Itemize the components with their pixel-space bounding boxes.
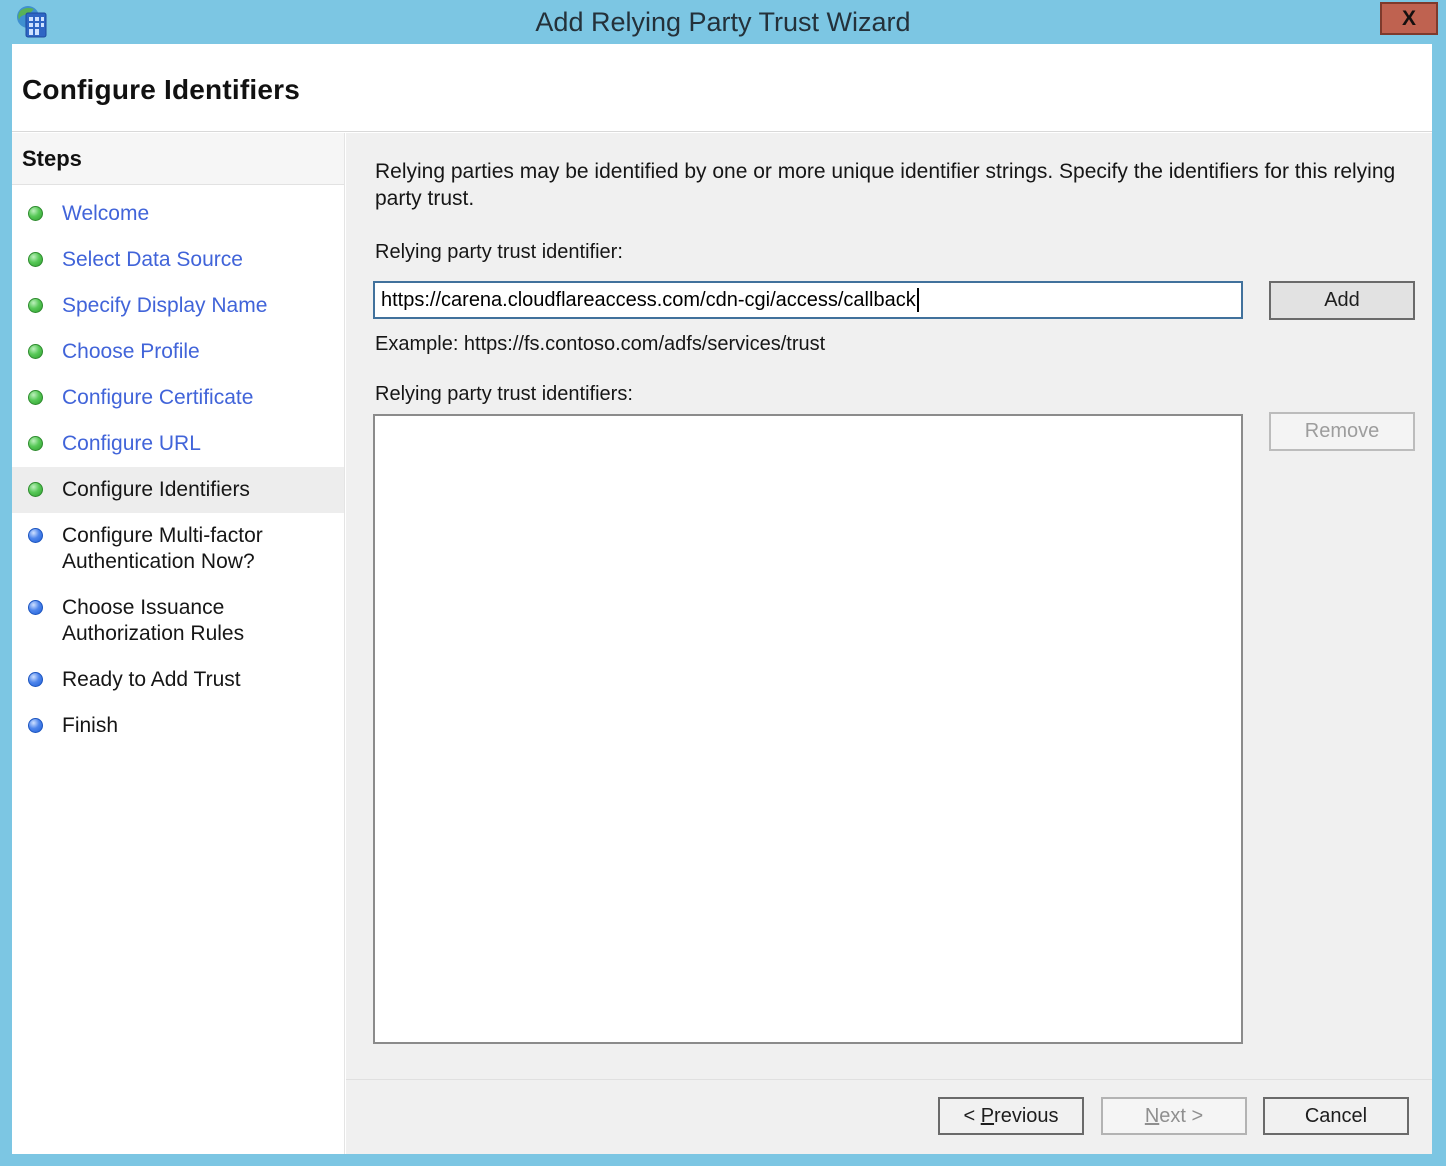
identifier-input[interactable]: https://carena.cloudflareaccess.com/cdn-… (373, 281, 1243, 319)
step-item-configure-url[interactable]: Configure URL (12, 421, 344, 467)
step-label: Choose Profile (62, 339, 200, 365)
window-title: Add Relying Party Trust Wizard (0, 0, 1446, 44)
step-status-dot (28, 252, 43, 267)
step-label: Specify Display Name (62, 293, 267, 319)
content-pane: Relying parties may be identified by one… (346, 133, 1432, 1154)
previous-button[interactable]: < Previous (938, 1097, 1084, 1135)
step-status-dot (28, 344, 43, 359)
step-item-specify-display-name[interactable]: Specify Display Name (12, 283, 344, 329)
step-item-ready-to-add-trust: Ready to Add Trust (12, 657, 344, 703)
step-status-dot (28, 206, 43, 221)
footer-bar: < Previous Next > Cancel (346, 1079, 1432, 1154)
identifiers-list-label: Relying party trust identifiers: (375, 383, 633, 406)
text-caret (917, 288, 919, 312)
steps-list: Welcome Select Data Source Specify Displ… (12, 185, 344, 749)
step-label: Welcome (62, 201, 149, 227)
steps-sidebar: Steps Welcome Select Data Source Specify… (12, 133, 345, 1154)
next-button: Next > (1101, 1097, 1247, 1135)
step-item-finish: Finish (12, 703, 344, 749)
page-title: Configure Identifiers (22, 74, 300, 106)
add-button[interactable]: Add (1269, 281, 1415, 320)
previous-button-label: < Previous (963, 1105, 1058, 1127)
steps-header: Steps (12, 133, 344, 185)
step-item-select-data-source[interactable]: Select Data Source (12, 237, 344, 283)
title-bar: Add Relying Party Trust Wizard X (0, 0, 1446, 44)
identifiers-listbox[interactable] (373, 414, 1243, 1044)
step-label: Configure Certificate (62, 385, 253, 411)
step-status-dot (28, 436, 43, 451)
close-button[interactable]: X (1380, 2, 1438, 35)
step-status-dot (28, 718, 43, 733)
step-label: Finish (62, 713, 118, 739)
step-status-dot (28, 672, 43, 687)
step-label: Choose Issuance Authorization Rules (62, 595, 312, 647)
example-text: Example: https://fs.contoso.com/adfs/ser… (375, 333, 825, 356)
step-status-dot (28, 482, 43, 497)
step-status-dot (28, 298, 43, 313)
step-label: Configure URL (62, 431, 201, 457)
remove-button[interactable]: Remove (1269, 412, 1415, 451)
step-status-dot (28, 528, 43, 543)
step-status-dot (28, 390, 43, 405)
next-button-label: Next > (1145, 1105, 1203, 1127)
step-status-dot (28, 600, 43, 615)
identifier-field-label: Relying party trust identifier: (375, 241, 623, 264)
step-item-configure-certificate[interactable]: Configure Certificate (12, 375, 344, 421)
step-item-configure-identifiers[interactable]: Configure Identifiers (12, 467, 344, 513)
step-item-welcome[interactable]: Welcome (12, 191, 344, 237)
page-description: Relying parties may be identified by one… (375, 158, 1405, 212)
step-item-choose-issuance-authorization-rules: Choose Issuance Authorization Rules (12, 585, 344, 657)
wizard-body: Configure Identifiers Steps Welcome Sele… (12, 44, 1432, 1154)
step-item-configure-multi-factor-authentication-now: Configure Multi-factor Authentication No… (12, 513, 344, 585)
cancel-button[interactable]: Cancel (1263, 1097, 1409, 1135)
identifier-input-value: https://carena.cloudflareaccess.com/cdn-… (381, 289, 916, 312)
step-label: Select Data Source (62, 247, 243, 273)
wizard-window: Add Relying Party Trust Wizard X Configu… (0, 0, 1446, 1166)
page-header: Configure Identifiers (12, 44, 1432, 132)
step-item-choose-profile[interactable]: Choose Profile (12, 329, 344, 375)
step-label: Ready to Add Trust (62, 667, 241, 693)
step-label: Configure Multi-factor Authentication No… (62, 523, 312, 575)
step-label: Configure Identifiers (62, 477, 250, 503)
